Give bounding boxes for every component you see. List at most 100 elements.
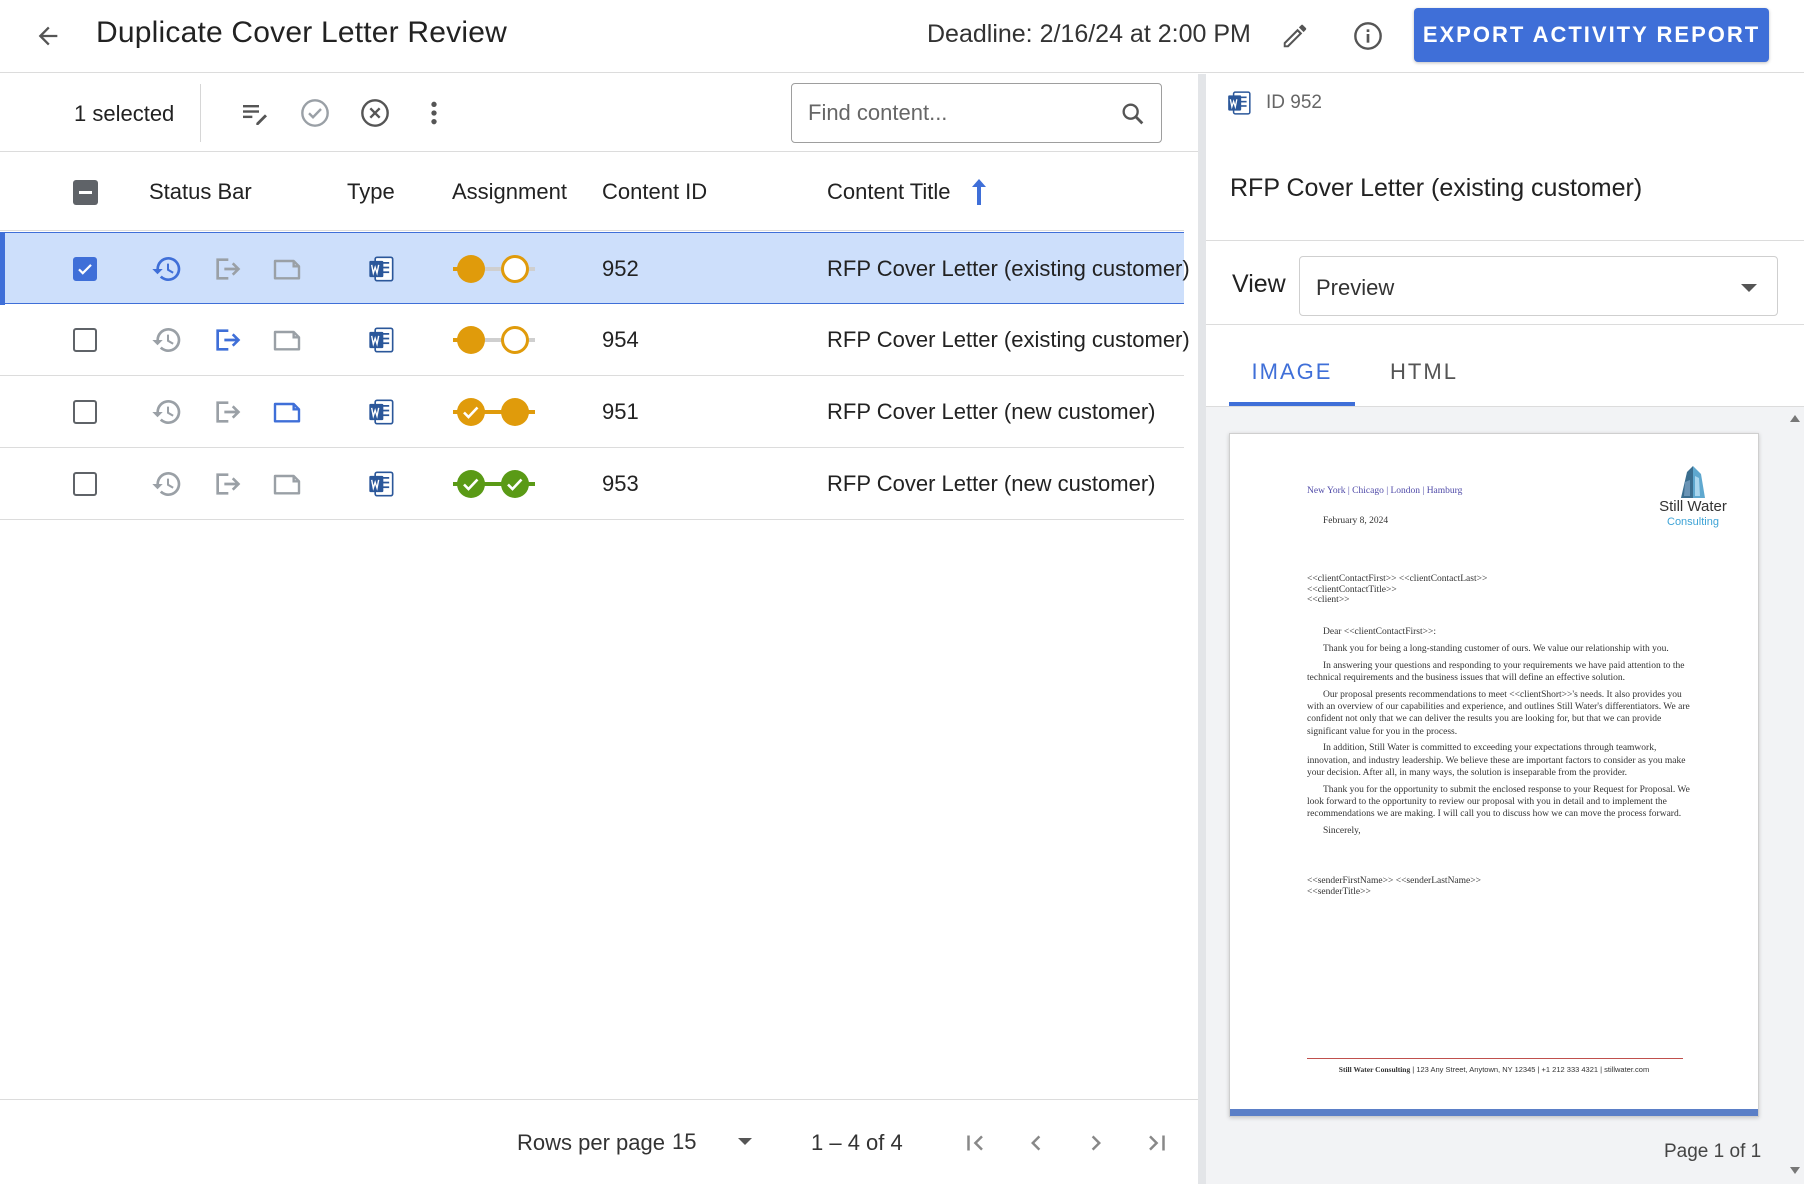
address-line: <<client>> <box>1307 595 1350 605</box>
building-logo-icon <box>1681 466 1705 498</box>
history-icon[interactable] <box>149 322 185 358</box>
history-icon[interactable] <box>149 394 185 430</box>
assignment-progress[interactable] <box>451 394 537 430</box>
bulk-edit-button[interactable] <box>236 94 274 132</box>
pagination-bar: Rows per page 15 1 – 4 of 4 <box>0 1099 1198 1184</box>
indeterminate-mark <box>79 191 92 194</box>
first-page-button[interactable] <box>958 1125 994 1161</box>
document-preview[interactable]: New York | Chicago | London | Hamburg St… <box>1206 407 1804 1184</box>
info-button[interactable] <box>1349 17 1387 55</box>
content-title-cell[interactable]: RFP Cover Letter (new customer) <box>827 376 1155 448</box>
assignment-progress[interactable] <box>451 322 537 358</box>
content-id-cell: 952 <box>602 256 639 281</box>
history-icon[interactable] <box>149 251 185 287</box>
content-detail-pane: ID 952 RFP Cover Letter (existing custom… <box>1206 74 1804 1184</box>
search-input[interactable] <box>808 84 1108 142</box>
signature-line: <<senderTitle>> <box>1307 886 1371 897</box>
column-header-type[interactable]: Type <box>347 153 395 231</box>
letter-address: <<clientContactFirst>> <<clientContactLa… <box>1307 574 1487 606</box>
address-line: <<clientContactTitle>> <box>1307 584 1397 595</box>
history-icon[interactable] <box>149 466 185 502</box>
content-title-cell[interactable]: RFP Cover Letter (existing customer) <box>827 304 1190 376</box>
document-status-icon[interactable] <box>269 322 305 358</box>
word-document-icon <box>363 322 399 358</box>
letter-paragraph: Thank you for being a long-standing cust… <box>1323 643 1669 654</box>
letter-paragraph: In addition, Still Water is committed to… <box>1307 743 1686 778</box>
row-checkbox[interactable] <box>73 472 97 496</box>
tab-html[interactable]: HTML <box>1369 344 1479 400</box>
caret-down-icon <box>1741 284 1757 292</box>
logo-subtitle: Consulting <box>1667 516 1719 528</box>
next-page-button[interactable] <box>1078 1125 1114 1161</box>
info-icon <box>1354 22 1382 50</box>
check-circle-icon <box>301 99 329 127</box>
table-row[interactable]: 953 RFP Cover Letter (new customer) <box>0 448 1184 520</box>
toolbar-divider <box>200 84 201 142</box>
previous-page-button[interactable] <box>1018 1125 1054 1161</box>
scroll-down-arrow[interactable] <box>1790 1167 1800 1174</box>
logo-name: Still Water <box>1659 498 1727 515</box>
scroll-up-arrow[interactable] <box>1790 415 1800 422</box>
company-logo: Still Water Consulting <box>1643 462 1743 532</box>
content-id-cell: 953 <box>602 471 639 496</box>
caret-down-icon <box>738 1138 752 1145</box>
signature-line: <<senderFirstName>> <<senderLastName>> <box>1307 876 1481 886</box>
content-id-cell: 951 <box>602 399 639 424</box>
assignment-progress[interactable] <box>451 251 537 287</box>
column-header-content-id[interactable]: Content ID <box>602 153 707 231</box>
reject-button[interactable] <box>356 94 394 132</box>
letter-signature: <<senderFirstName>> <<senderLastName>> <… <box>1307 876 1481 897</box>
export-icon[interactable] <box>209 466 245 502</box>
word-document-icon <box>1228 91 1251 115</box>
last-page-button[interactable] <box>1138 1125 1174 1161</box>
sort-ascending-icon[interactable] <box>969 177 989 207</box>
page-indicator: Page 1 of 1 <box>1664 1141 1762 1162</box>
table-row[interactable]: 952 RFP Cover Letter (existing customer) <box>0 232 1190 305</box>
view-mode-value: Preview <box>1316 275 1395 300</box>
footer-contact: | 123 Any Street, Anytown, NY 12345 | +1… <box>1410 1065 1650 1074</box>
content-title-cell[interactable]: RFP Cover Letter (new customer) <box>827 448 1155 520</box>
page-title: Duplicate Cover Letter Review <box>96 16 507 49</box>
select-all-checkbox[interactable] <box>73 180 98 205</box>
view-mode-select[interactable]: Preview <box>1299 256 1778 316</box>
export-activity-report-button[interactable]: EXPORT ACTIVITY REPORT <box>1414 8 1769 62</box>
document-status-icon[interactable] <box>269 251 305 287</box>
rows-per-page-select[interactable]: 15 <box>672 1122 758 1162</box>
pane-splitter[interactable] <box>1198 74 1206 1184</box>
row-checkbox[interactable] <box>73 400 97 424</box>
export-icon[interactable] <box>209 394 245 430</box>
footer-company: Still Water Consulting <box>1338 1065 1411 1074</box>
letter-paragraph: Our proposal presents recommendations to… <box>1307 689 1690 737</box>
page-bottom-bar <box>1230 1109 1758 1116</box>
content-title-cell[interactable]: RFP Cover Letter (existing customer) <box>827 233 1190 305</box>
rows-per-page-value: 15 <box>672 1129 697 1154</box>
detail-title: RFP Cover Letter (existing customer) <box>1230 174 1643 202</box>
rows-per-page-label: Rows per page <box>517 1130 665 1155</box>
search-button[interactable] <box>1117 98 1149 130</box>
column-header-status-bar[interactable]: Status Bar <box>149 153 252 231</box>
document-status-icon[interactable] <box>269 394 305 430</box>
chevron-left-icon <box>1031 1135 1041 1151</box>
document-status-icon[interactable] <box>269 466 305 502</box>
list-edit-icon <box>243 105 267 125</box>
tab-image[interactable]: IMAGE <box>1229 344 1355 406</box>
more-actions-button[interactable] <box>415 94 453 132</box>
back-button[interactable] <box>30 18 66 54</box>
export-icon[interactable] <box>209 251 245 287</box>
assignment-progress[interactable] <box>451 466 537 502</box>
row-checkbox[interactable] <box>73 328 97 352</box>
row-checkbox[interactable] <box>73 257 97 281</box>
more-vertical-icon <box>431 101 437 125</box>
word-document-icon <box>363 394 399 430</box>
letter-closing: Sincerely, <box>1323 826 1361 837</box>
approve-button[interactable] <box>296 94 334 132</box>
footer-rule <box>1307 1058 1683 1059</box>
table-row[interactable]: 951 RFP Cover Letter (new customer) <box>0 376 1184 448</box>
table-row[interactable]: 954 RFP Cover Letter (existing customer) <box>0 304 1190 376</box>
edit-deadline-button[interactable] <box>1276 17 1314 55</box>
divider <box>1206 240 1804 241</box>
export-icon[interactable] <box>209 322 245 358</box>
column-header-assignment[interactable]: Assignment <box>452 153 567 231</box>
column-header-content-title[interactable]: Content Title <box>827 153 989 231</box>
cancel-circle-icon <box>361 99 389 127</box>
